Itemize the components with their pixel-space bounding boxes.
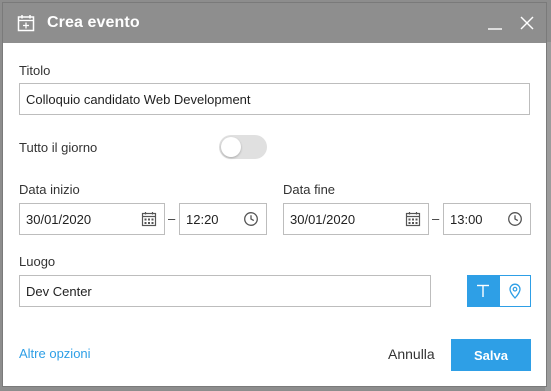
more-options-link[interactable]: Altre opzioni bbox=[19, 346, 91, 361]
map-pin-icon bbox=[509, 283, 521, 299]
title-label: Titolo bbox=[19, 63, 51, 78]
location-mode-toggle bbox=[467, 275, 531, 307]
save-button[interactable]: Salva bbox=[451, 339, 531, 371]
save-button-label: Salva bbox=[474, 347, 508, 363]
location-value: Dev Center bbox=[26, 283, 92, 299]
text-type-icon bbox=[477, 284, 489, 297]
location-map-mode-button[interactable] bbox=[499, 275, 531, 307]
all-day-toggle[interactable] bbox=[219, 135, 267, 159]
start-date-value: 30/01/2020 bbox=[26, 211, 92, 227]
end-time-field[interactable]: 13:00 bbox=[443, 203, 531, 235]
clock-icon[interactable] bbox=[506, 210, 524, 228]
start-date-field[interactable]: 30/01/2020 bbox=[19, 203, 165, 235]
end-date-label: Data fine bbox=[283, 182, 336, 197]
location-text-mode-button[interactable] bbox=[467, 275, 499, 307]
dialog-title: Crea evento bbox=[47, 14, 140, 31]
start-range-separator: – bbox=[168, 211, 176, 226]
end-date-value: 30/01/2020 bbox=[290, 211, 356, 227]
close-button[interactable] bbox=[518, 14, 536, 32]
title-input-value: Colloquio candidato Web Development bbox=[26, 91, 251, 107]
close-icon bbox=[520, 16, 534, 30]
calendar-icon[interactable] bbox=[140, 210, 158, 228]
end-time-value: 13:00 bbox=[450, 211, 483, 227]
clock-icon[interactable] bbox=[242, 210, 260, 228]
minimize-icon bbox=[488, 28, 502, 30]
calendar-icon[interactable] bbox=[404, 210, 422, 228]
calendar-add-icon bbox=[17, 12, 39, 34]
start-time-field[interactable]: 12:20 bbox=[179, 203, 267, 235]
title-input[interactable]: Colloquio candidato Web Development bbox=[19, 83, 530, 115]
toggle-knob bbox=[221, 137, 241, 157]
location-input[interactable]: Dev Center bbox=[19, 275, 431, 307]
create-event-dialog: Crea evento Titolo Colloquio candidato W… bbox=[2, 2, 547, 387]
start-time-value: 12:20 bbox=[186, 211, 219, 227]
all-day-label: Tutto il giorno bbox=[19, 140, 98, 155]
cancel-button[interactable]: Annulla bbox=[388, 346, 435, 362]
end-range-separator: – bbox=[432, 211, 440, 226]
location-label: Luogo bbox=[19, 254, 56, 269]
end-date-field[interactable]: 30/01/2020 bbox=[283, 203, 429, 235]
minimize-button[interactable] bbox=[486, 14, 504, 32]
start-date-label: Data inizio bbox=[19, 182, 80, 197]
dialog-titlebar: Crea evento bbox=[3, 3, 546, 43]
